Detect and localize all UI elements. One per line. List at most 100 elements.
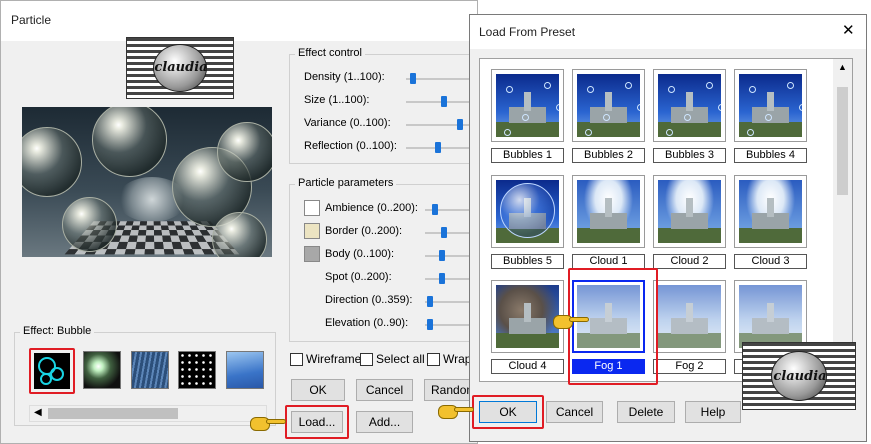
scroll-up-arrow[interactable]: ▲ (838, 62, 847, 72)
preset-thumbnail[interactable] (734, 175, 807, 248)
fog-overlay (739, 285, 802, 348)
color-swatch[interactable] (304, 223, 320, 239)
effect-thumb-rain[interactable] (131, 351, 169, 389)
effect-control-slider-track[interactable] (406, 124, 476, 126)
claudia-logo-bottom: claudia (742, 342, 856, 410)
preset-ok-button[interactable]: OK (479, 401, 537, 423)
effect-control-slider-thumb[interactable] (457, 119, 464, 130)
preset-item[interactable]: Bubbles 3 (653, 69, 726, 163)
preset-thumbnail[interactable] (572, 69, 645, 142)
bubble (499, 182, 556, 238)
pointing-hand-icon (250, 414, 286, 432)
preset-thumbnail[interactable] (734, 69, 807, 142)
particle-parameter-slider-thumb[interactable] (427, 319, 434, 330)
effect-thumb-bubble-selected[interactable] (29, 348, 75, 394)
preset-picture (577, 74, 640, 137)
preset-picture (496, 285, 559, 348)
preset-delete-button[interactable]: Delete (617, 401, 675, 423)
logo-text-bottom: claudia (773, 369, 827, 384)
preset-label: Bubbles 5 (491, 254, 564, 269)
preset-item[interactable]: Bubbles 1 (491, 69, 564, 163)
ground (577, 227, 640, 243)
effect-control-label: Size (1..100): (304, 94, 370, 106)
bubble (506, 86, 513, 93)
effect-thumb-sky[interactable] (226, 351, 264, 389)
preset-item[interactable]: Bubbles 2 (572, 69, 645, 163)
particle-title: Particle (11, 13, 52, 27)
bubble (749, 86, 756, 93)
wireframe-label: Wireframe (306, 352, 362, 366)
scroll-left-arrow[interactable]: ◀ (34, 407, 42, 418)
ok-button[interactable]: OK (291, 379, 345, 401)
preset-item[interactable]: Fog 2 (653, 280, 726, 374)
ground (496, 332, 559, 348)
select-all-checkbox[interactable] (360, 353, 373, 366)
preset-picture (496, 180, 559, 243)
preview-image (22, 107, 272, 257)
close-icon[interactable]: ✕ (842, 21, 855, 39)
preset-scroll-thumb[interactable] (837, 87, 848, 195)
effect-control-legend: Effect control (295, 47, 365, 59)
preset-picture (577, 180, 640, 243)
preset-picture (658, 74, 721, 137)
effect-control-slider-thumb[interactable] (409, 73, 416, 84)
preset-thumbnail[interactable] (653, 280, 726, 353)
bubble (625, 82, 632, 89)
preset-picture (658, 180, 721, 243)
effect-thumb-sparkle[interactable] (83, 351, 121, 389)
church-tower (604, 91, 613, 111)
preset-help-button[interactable]: Help (685, 401, 741, 423)
preset-thumbnail[interactable] (653, 69, 726, 142)
preset-cancel-button[interactable]: Cancel (546, 401, 603, 423)
fog-overlay (658, 285, 721, 348)
particle-parameter-slider-thumb[interactable] (441, 227, 448, 238)
wrap-checkbox[interactable] (427, 353, 440, 366)
preset-thumbnail[interactable] (491, 175, 564, 248)
preset-thumbnail[interactable] (572, 175, 645, 248)
effect-control-slider-track[interactable] (406, 147, 476, 149)
effect-control-slider-thumb[interactable] (441, 96, 448, 107)
preset-item[interactable]: Cloud 3 (734, 175, 807, 269)
preset-picture (658, 285, 721, 348)
effect-control-slider-track[interactable] (406, 78, 476, 80)
preset-thumbnail[interactable] (491, 69, 564, 142)
preset-item[interactable]: Bubbles 4 (734, 69, 807, 163)
preset-label: Cloud 4 (491, 359, 564, 374)
bubble (603, 114, 610, 121)
bubble (544, 82, 551, 89)
preset-picture (739, 180, 802, 243)
particle-parameter-slider-thumb[interactable] (431, 204, 438, 215)
preset-thumbnail[interactable] (653, 175, 726, 248)
particle-parameters-legend: Particle parameters (295, 177, 397, 189)
preset-label: Fog 2 (653, 359, 726, 374)
preset-item[interactable]: Cloud 1 (572, 175, 645, 269)
church-tower (604, 197, 613, 217)
effect-control-slider-thumb[interactable] (434, 142, 441, 153)
preset-label: Bubbles 1 (491, 148, 564, 163)
bubble (556, 104, 559, 111)
color-swatch[interactable] (304, 246, 320, 262)
ground (739, 227, 802, 243)
particle-parameter-slider-thumb[interactable] (438, 250, 445, 261)
preset-picture (739, 285, 802, 348)
particle-parameter-slider-thumb[interactable] (427, 296, 434, 307)
particle-parameter-label: Ambience (0..200): (325, 202, 418, 214)
preset-dialog: Load From Preset ✕ Bubbles 1 Bubbles 2 Bub… (469, 14, 867, 442)
particle-titlebar (1, 1, 477, 41)
particle-parameter-slider-thumb[interactable] (438, 273, 445, 284)
add-button[interactable]: Add... (356, 411, 413, 433)
church-tower (766, 91, 775, 111)
color-swatch[interactable] (304, 200, 320, 216)
load-button[interactable]: Load... (291, 411, 343, 433)
preset-item[interactable]: Bubbles 5 (491, 175, 564, 269)
preset-picture (739, 74, 802, 137)
scroll-thumb[interactable] (48, 408, 178, 419)
effect-control-label: Reflection (0..100): (304, 140, 397, 152)
preset-scrollbar[interactable]: ▲ ▼ (833, 59, 852, 381)
effect-thumb-snow[interactable] (178, 351, 216, 389)
wireframe-checkbox[interactable] (290, 353, 303, 366)
preset-item[interactable]: Cloud 2 (653, 175, 726, 269)
bubble (684, 114, 691, 121)
cancel-button[interactable]: Cancel (356, 379, 413, 401)
effect-scrollbar[interactable]: ◀ (29, 405, 267, 422)
